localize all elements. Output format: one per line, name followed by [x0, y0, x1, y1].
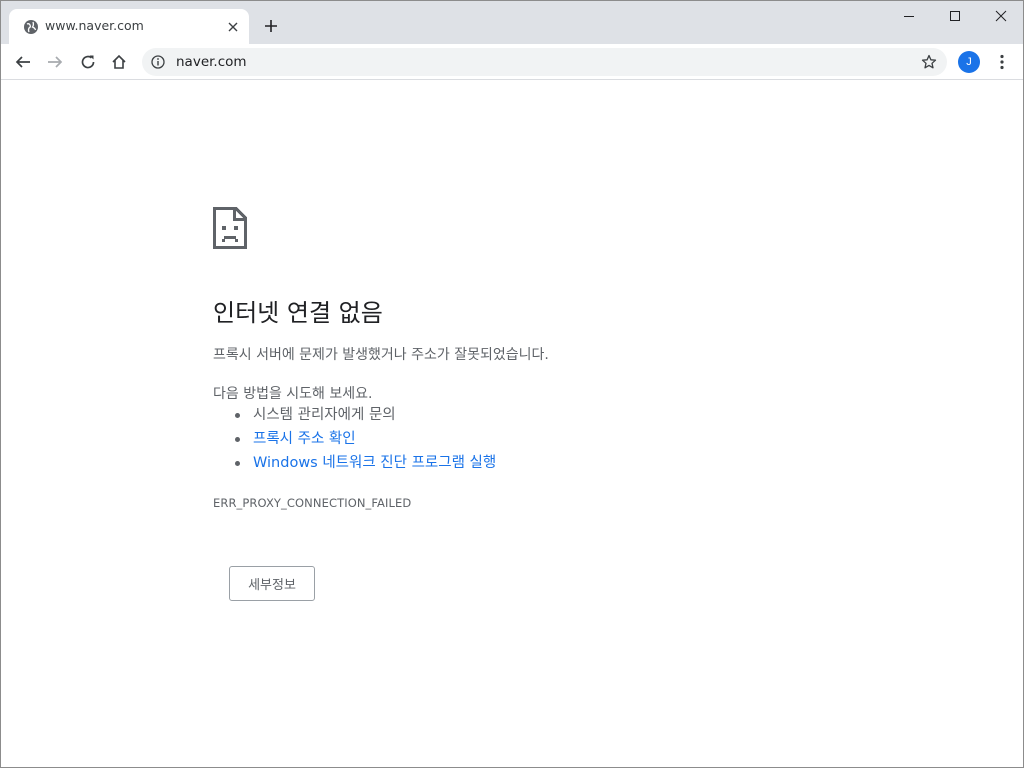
suggestion-contact-admin: 시스템 관리자에게 문의 [253, 407, 396, 423]
tab-active[interactable]: www.naver.com [9, 9, 249, 44]
list-item: 프록시 주소 확인 [233, 429, 496, 453]
home-icon[interactable] [105, 48, 133, 76]
toolbar: naver.com J [1, 44, 1023, 80]
maximize-icon[interactable] [932, 1, 978, 31]
back-arrow-icon[interactable] [9, 48, 37, 76]
run-network-diagnostics-link[interactable]: Windows 네트워크 진단 프로그램 실행 [253, 455, 496, 471]
suggestions-intro: 다음 방법을 시도해 보세요. [213, 386, 373, 402]
browser-window: www.naver.com naver.com J 인터넷 연결 없음 프록시 … [0, 0, 1024, 768]
info-icon[interactable] [150, 54, 166, 70]
reload-icon[interactable] [74, 48, 102, 76]
more-vertical-icon[interactable] [991, 50, 1013, 74]
error-heading: 인터넷 연결 없음 [213, 299, 383, 327]
list-item: 시스템 관리자에게 문의 [233, 405, 496, 429]
minimize-icon[interactable] [886, 1, 932, 31]
window-close-icon[interactable] [978, 1, 1023, 31]
new-tab-plus-icon[interactable] [260, 15, 282, 37]
tab-strip: www.naver.com [1, 1, 1023, 44]
address-url[interactable]: naver.com [176, 54, 247, 70]
error-page: 인터넷 연결 없음 프록시 서버에 문제가 발생했거나 주소가 잘못되었습니다.… [1, 81, 1023, 767]
list-item: Windows 네트워크 진단 프로그램 실행 [233, 453, 496, 477]
details-button[interactable]: 세부정보 [229, 566, 315, 601]
sad-page-icon [213, 207, 247, 249]
error-code: ERR_PROXY_CONNECTION_FAILED [213, 496, 412, 510]
close-icon[interactable] [225, 19, 241, 35]
forward-arrow-icon[interactable] [41, 48, 69, 76]
bookmark-star-icon[interactable] [920, 53, 938, 71]
profile-avatar[interactable]: J [958, 51, 980, 73]
address-bar[interactable]: naver.com [142, 48, 947, 76]
error-description: 프록시 서버에 문제가 발생했거나 주소가 잘못되었습니다. [213, 347, 549, 363]
check-proxy-link[interactable]: 프록시 주소 확인 [253, 431, 356, 447]
tab-title: www.naver.com [45, 18, 144, 33]
suggestions-list: 시스템 관리자에게 문의 프록시 주소 확인 Windows 네트워크 진단 프… [233, 405, 496, 477]
globe-icon [23, 19, 39, 35]
